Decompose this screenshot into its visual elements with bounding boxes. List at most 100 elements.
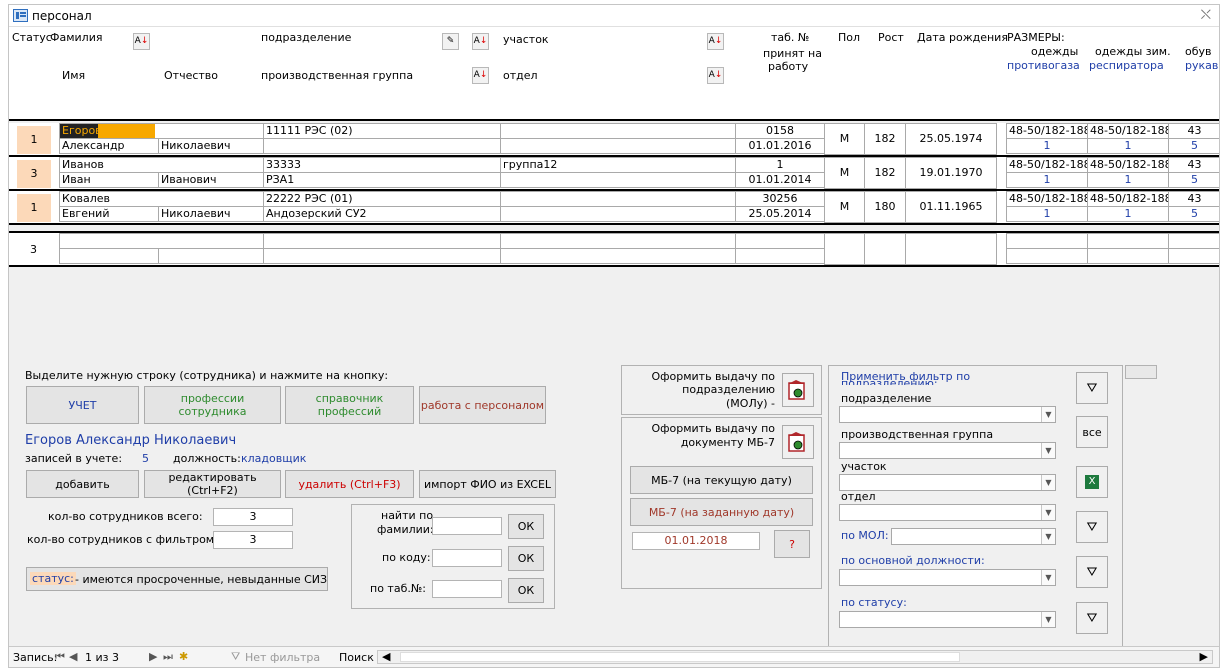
mb7-given-date-button[interactable]: МБ-7 (на заданную дату) [630,498,813,526]
shoes-size-field[interactable]: 43 [1168,157,1219,173]
shoes-size-field[interactable] [1168,233,1219,249]
division-field[interactable]: 11111 РЭС (02) [263,123,501,139]
chevron-down-icon[interactable]: ▼ [1041,570,1055,585]
find-tab-input[interactable] [432,580,502,598]
patronymic-field[interactable] [158,248,264,264]
sleeves-size-field[interactable]: 5 [1168,206,1219,222]
clothes-size-field[interactable]: 48-50/182-188 [1006,123,1088,139]
sleeves-size-field[interactable]: 5 [1168,172,1219,188]
sort-section-button[interactable]: A↓ [707,33,724,50]
excel-export-button[interactable]: X [1076,466,1108,498]
no-filter-label[interactable]: Нет фильтра [245,651,320,664]
department-field[interactable] [500,138,736,154]
help-button[interactable]: ? [774,530,810,558]
find-code-ok-button[interactable]: ОК [508,546,544,571]
birth-date-field[interactable]: 19.01.1970 [905,157,997,189]
winter-size-field[interactable]: 48-50/182-188 [1087,191,1169,207]
department-field[interactable] [500,248,736,264]
account-button[interactable]: УЧЕТ [26,386,139,424]
winter-size-field[interactable] [1087,233,1169,249]
tab-no-field[interactable]: 1 [735,157,825,173]
staff-work-button[interactable]: работа с персоналом [419,386,546,424]
sleeves-size-field[interactable]: 5 [1168,138,1219,154]
find-code-input[interactable] [432,549,502,567]
prod-group-field[interactable]: РЗА1 [263,172,501,188]
main-position-filter-combo[interactable]: ▼ [839,569,1056,586]
height-field[interactable] [864,233,906,265]
horizontal-scrollbar[interactable]: ◀ ▶ [377,650,1213,664]
scroll-thumb[interactable] [400,652,960,662]
name-field[interactable]: Иван [59,172,159,188]
hired-date-field[interactable]: 01.01.2014 [735,172,825,188]
section-field[interactable] [500,191,736,207]
tab-no-field[interactable]: 0158 [735,123,825,139]
section-field[interactable] [500,123,736,139]
find-surname-input[interactable] [432,517,502,535]
scroll-right-icon[interactable]: ▶ [1200,650,1208,663]
find-surname-ok-button[interactable]: ОК [508,514,544,539]
sex-field[interactable]: М [824,157,865,189]
no-filter-icon[interactable]: ⛛ [231,650,240,664]
chevron-down-icon[interactable]: ▼ [1041,529,1055,544]
chevron-down-icon[interactable]: ▼ [1041,612,1055,627]
table-row[interactable]: 1 Ковалев Евгений Николаевич 22222 РЭС (… [9,191,1219,225]
respirator-size-field[interactable]: 1 [1087,138,1169,154]
patronymic-field[interactable]: Николаевич [158,138,264,154]
gasmask-size-field[interactable]: 1 [1006,206,1088,222]
surname-field[interactable] [59,233,264,249]
table-row[interactable]: 3 Иванов Иван Иванович 33333 РЗА1 группа… [9,157,1219,191]
patronymic-field[interactable]: Иванович [158,172,264,188]
division-filter-combo[interactable]: ▼ [839,406,1056,423]
respirator-size-field[interactable]: 1 [1087,206,1169,222]
height-field[interactable]: 182 [864,123,906,155]
hired-date-field[interactable] [735,248,825,264]
chevron-down-icon[interactable]: ▼ [1041,505,1055,520]
division-field[interactable] [263,233,501,249]
department-field[interactable] [500,206,736,222]
sort-division-button[interactable]: A↓ [472,33,489,50]
status-filter-combo[interactable]: ▼ [839,611,1056,628]
division-field[interactable]: 33333 [263,157,501,173]
sort-surname-button[interactable]: A↓ [133,33,150,50]
clothes-size-field[interactable]: 48-50/182-188 [1006,157,1088,173]
all-button[interactable]: все [1076,416,1108,448]
chevron-down-icon[interactable]: ▼ [1041,443,1055,458]
prod-group-field[interactable]: Андозерский СУ2 [263,206,501,222]
tab-no-field[interactable]: 30256 [735,191,825,207]
last-record-icon[interactable]: ⏭ [163,650,173,664]
hired-date-field[interactable]: 25.05.2014 [735,206,825,222]
issue-date-input[interactable]: 01.01.2018 [632,532,760,550]
sex-field[interactable]: М [824,191,865,223]
clothes-size-field[interactable] [1006,233,1088,249]
chevron-down-icon[interactable]: ▼ [1041,407,1055,422]
respirator-size-field[interactable] [1087,248,1169,264]
add-button[interactable]: добавить [26,470,139,498]
birth-date-field[interactable]: 25.05.1974 [905,123,997,155]
name-field[interactable]: Евгений [59,206,159,222]
filter-mol-button[interactable]: ⛛ [1076,511,1108,543]
department-filter-combo[interactable]: ▼ [839,504,1056,521]
tab-no-field[interactable] [735,233,825,249]
surname-field[interactable]: Иванов [59,157,264,173]
mb7-current-date-button[interactable]: МБ-7 (на текущую дату) [630,466,813,494]
name-field[interactable] [59,248,159,264]
surname-field[interactable]: Ковалев [59,191,264,207]
shoes-size-field[interactable]: 43 [1168,123,1219,139]
prod-group-field[interactable] [263,138,501,154]
edit-button[interactable]: редактировать (Ctrl+F2) [144,470,281,498]
find-tab-ok-button[interactable]: ОК [508,578,544,603]
department-field[interactable] [500,172,736,188]
gasmask-size-field[interactable]: 1 [1006,138,1088,154]
patronymic-field[interactable]: Николаевич [158,206,264,222]
table-row[interactable]: 1 Егоров Александр Николаевич 11111 РЭС … [9,123,1219,157]
filter-status-button[interactable]: ⛛ [1076,602,1108,634]
birth-date-field[interactable] [905,233,997,265]
new-record-icon[interactable]: ✱ [179,650,188,663]
hired-date-field[interactable]: 01.01.2016 [735,138,825,154]
sort-department-button[interactable]: A↓ [707,67,724,84]
scroll-left-icon[interactable]: ◀ [382,650,390,663]
shoes-size-field[interactable]: 43 [1168,191,1219,207]
prod-group-filter-combo[interactable]: ▼ [839,442,1056,459]
height-field[interactable]: 180 [864,191,906,223]
sort-group-button[interactable]: A↓ [472,67,489,84]
